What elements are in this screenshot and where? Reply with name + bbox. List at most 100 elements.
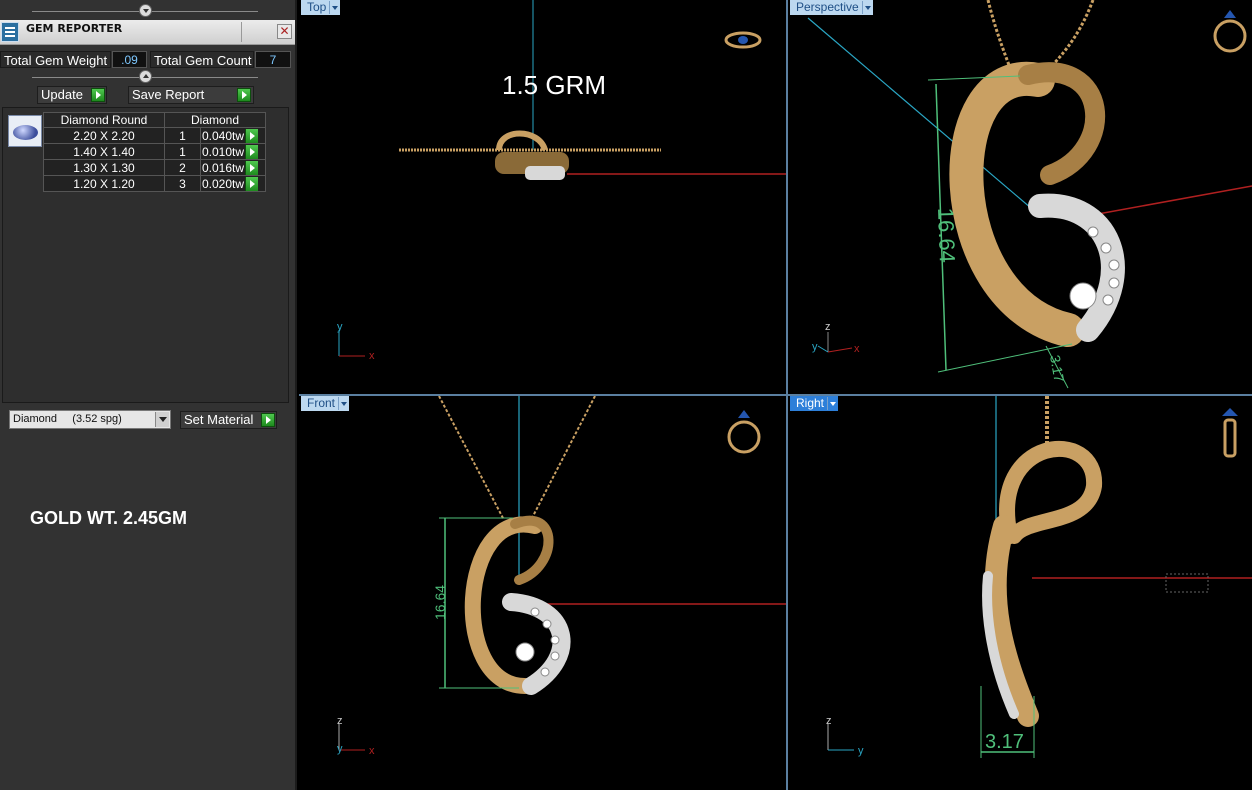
row-play-arrow-icon[interactable] <box>245 128 259 143</box>
gem-reporter-title-bar: GEM REPORTER ✕ <box>0 20 295 45</box>
viewport-label-text: Top <box>307 0 327 14</box>
front-view-canvas[interactable]: 16.64 z x y <box>299 396 786 790</box>
gizmo-y-axis <box>817 345 829 353</box>
update-button-label: Update <box>41 87 83 102</box>
viewport-label-right[interactable]: Right <box>790 396 839 411</box>
set-material-button-label: Set Material <box>184 412 254 427</box>
viewport-right[interactable]: 3.17 z y Right <box>788 396 1252 790</box>
viewport-label-text: Front <box>307 396 336 410</box>
gem-count-cell: 3 <box>164 175 201 192</box>
material-selected-value: Diamond (3.52 spg) <box>13 413 122 425</box>
gem-reporter-panel: GEM REPORTER ✕ Total Gem Weight .09 Tota… <box>0 0 297 790</box>
gem-table-row[interactable]: 1.30 X 1.30 2 0.016tw <box>43 159 266 176</box>
title-divider <box>241 22 242 42</box>
play-arrow-icon <box>261 413 275 427</box>
ring-gizmo-icon[interactable] <box>724 31 762 49</box>
column-header-diamond: Diamond <box>164 112 266 128</box>
gem-weight-value: 0.040tw <box>202 128 245 143</box>
gem-size-cell: 2.20 X 2.20 <box>43 127 165 144</box>
expand-knob-icon[interactable] <box>139 70 152 83</box>
gizmo-x-label: x <box>369 745 375 757</box>
row-play-arrow-icon[interactable] <box>245 176 259 191</box>
gem-count-cell: 1 <box>164 143 201 160</box>
viewport-label-perspective[interactable]: Perspective <box>790 0 873 15</box>
dropdown-arrow-icon[interactable] <box>155 412 169 427</box>
chain-right <box>530 396 596 521</box>
total-gem-count-value: 7 <box>255 51 291 68</box>
gem-list-area: Diamond Round Diamond 2.20 X 2.20 1 0.040t… <box>2 107 289 403</box>
chain-left <box>438 396 505 521</box>
gem-weight-value: 0.016tw <box>202 160 245 175</box>
pendant-bail-side <box>999 440 1103 544</box>
y-axis-line <box>807 17 1039 215</box>
save-report-button[interactable]: Save Report <box>128 86 254 104</box>
set-material-button[interactable]: Set Material <box>180 411 277 429</box>
viewport-perspective[interactable]: 16.64 3.17 z x y Perspective <box>788 0 1252 394</box>
gizmo-y-label: y <box>337 743 343 755</box>
x-axis-line <box>1097 185 1252 215</box>
gizmo-x-label: x <box>854 343 860 355</box>
chevron-down-icon[interactable] <box>338 397 348 410</box>
gem-weight-cell: 0.020tw <box>200 175 266 192</box>
gem-table-row[interactable]: 1.40 X 1.40 1 0.010tw <box>43 143 266 160</box>
gizmo-z-label: z <box>337 715 343 727</box>
chevron-down-icon[interactable] <box>827 397 837 410</box>
gem-table: Diamond Round Diamond 2.20 X 2.20 1 0.040t… <box>43 112 266 192</box>
top-view-canvas[interactable]: y x <box>299 0 786 394</box>
play-arrow-icon <box>237 88 251 102</box>
total-gem-weight-value: .09 <box>112 51 147 68</box>
gem-size-cell: 1.20 X 1.20 <box>43 175 165 192</box>
gem-weight-cell: 0.016tw <box>200 159 266 176</box>
material-select[interactable]: Diamond (3.52 spg) <box>9 410 171 429</box>
ring-gizmo-icon[interactable] <box>1213 10 1247 53</box>
viewport-label-front[interactable]: Front <box>301 396 350 411</box>
report-icon <box>1 22 19 42</box>
bail-top-view <box>496 130 548 152</box>
viewport-label-top[interactable]: Top <box>301 0 341 15</box>
stone-strip-top-view <box>525 166 565 180</box>
gem-weight-value: 0.010tw <box>202 144 245 159</box>
panel-title: GEM REPORTER <box>26 22 123 35</box>
gizmo-z-label: z <box>826 715 832 727</box>
perspective-view-canvas[interactable]: 16.64 3.17 z x y <box>788 0 1252 394</box>
total-gem-weight-label: Total Gem Weight <box>0 51 111 68</box>
chevron-down-icon[interactable] <box>861 1 872 14</box>
weight-annotation: 1.5 GRM <box>502 70 607 100</box>
viewport-front[interactable]: 16.64 z x y Front <box>299 396 786 790</box>
gizmo-y-label: y <box>812 341 818 353</box>
gizmo-x-label: x <box>369 350 375 362</box>
gem-weight-cell: 0.040tw <box>200 127 266 144</box>
gizmo-y-label: y <box>858 745 864 757</box>
gem-count-cell: 1 <box>164 127 201 144</box>
width-dimension-label: 3.17 <box>1047 354 1068 384</box>
height-dimension-label: 16.64 <box>933 207 960 263</box>
collapse-knob-icon[interactable] <box>139 4 152 17</box>
faint-text-ghost <box>1165 573 1209 593</box>
viewport-divider-horizontal[interactable] <box>299 394 1252 396</box>
width-dimension-label: 3.17 <box>985 731 1024 753</box>
play-arrow-icon <box>91 88 105 102</box>
diamond-gem-icon[interactable] <box>8 115 42 147</box>
ring-gizmo-icon[interactable] <box>1222 408 1238 458</box>
gold-weight-note: GOLD WT. 2.45GM <box>30 508 188 528</box>
row-play-arrow-icon[interactable] <box>245 160 259 175</box>
column-header-diamond-round: Diamond Round <box>43 112 165 128</box>
gem-count-cell: 2 <box>164 159 201 176</box>
viewport-label-text: Perspective <box>796 0 859 14</box>
gem-table-row[interactable]: 2.20 X 2.20 1 0.040tw <box>43 127 266 144</box>
update-button[interactable]: Update <box>37 86 107 104</box>
close-button[interactable]: ✕ <box>277 24 292 39</box>
gem-size-cell: 1.40 X 1.40 <box>43 143 165 160</box>
row-play-arrow-icon[interactable] <box>245 144 259 159</box>
viewport-top[interactable]: y x Top 1.5 GRM <box>299 0 786 394</box>
gizmo-x-axis <box>827 347 853 353</box>
total-gem-count-label: Total Gem Count <box>150 51 254 68</box>
viewport-label-text: Right <box>796 396 825 410</box>
ring-gizmo-icon[interactable] <box>727 410 761 454</box>
gizmo-z-label: z <box>825 321 831 333</box>
gem-size-cell: 1.30 X 1.30 <box>43 159 165 176</box>
gem-weight-cell: 0.010tw <box>200 143 266 160</box>
gem-table-row[interactable]: 1.20 X 1.20 3 0.020tw <box>43 175 266 192</box>
chevron-down-icon[interactable] <box>329 1 339 14</box>
right-view-canvas[interactable]: 3.17 z y <box>788 396 1252 790</box>
